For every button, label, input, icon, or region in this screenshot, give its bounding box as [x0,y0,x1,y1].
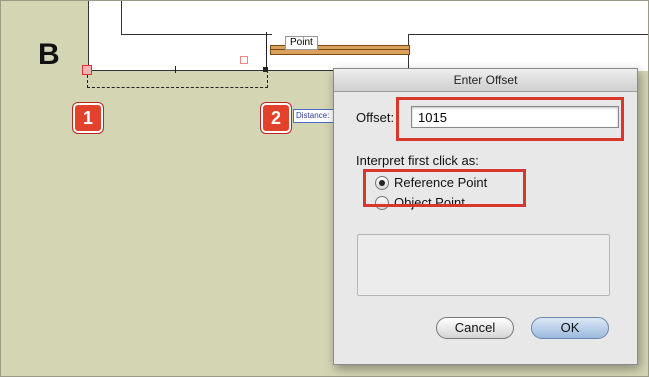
second-click-point[interactable] [263,67,268,72]
section-letter: B [38,38,60,71]
radio-selected-icon[interactable] [375,175,389,190]
offset-preview-outline [87,70,268,88]
first-click-point[interactable] [82,65,92,75]
plan-wall-outline-right [408,34,649,71]
radio-reference-point[interactable]: Reference Point [375,175,487,190]
snap-point-marker [240,56,248,64]
step-badge-2: 2 [261,103,291,133]
drawing-canvas[interactable]: Point B 1 2 Distance: Enter Offset Offse… [0,0,649,377]
dialog-title: Enter Offset [334,69,637,92]
message-area [357,234,610,296]
radio-object-point[interactable]: Object Point [375,195,465,210]
radio-object-point-label: Object Point [394,195,465,210]
radio-reference-point-label: Reference Point [394,175,488,190]
offset-input[interactable] [411,106,619,128]
dimension-tick [175,66,176,73]
radio-unselected-icon[interactable] [375,195,389,210]
offset-label: Offset: [356,110,395,125]
ok-button[interactable]: OK [531,317,609,339]
step-badge-1: 1 [73,103,103,133]
cancel-button[interactable]: Cancel [436,317,514,339]
vertical-guide [266,32,267,72]
plan-wall-outline [121,0,272,35]
point-label: Point [285,36,318,50]
enter-offset-dialog: Enter Offset Offset: Interpret first cli… [333,68,638,365]
interpret-label: Interpret first click as: [356,153,479,168]
